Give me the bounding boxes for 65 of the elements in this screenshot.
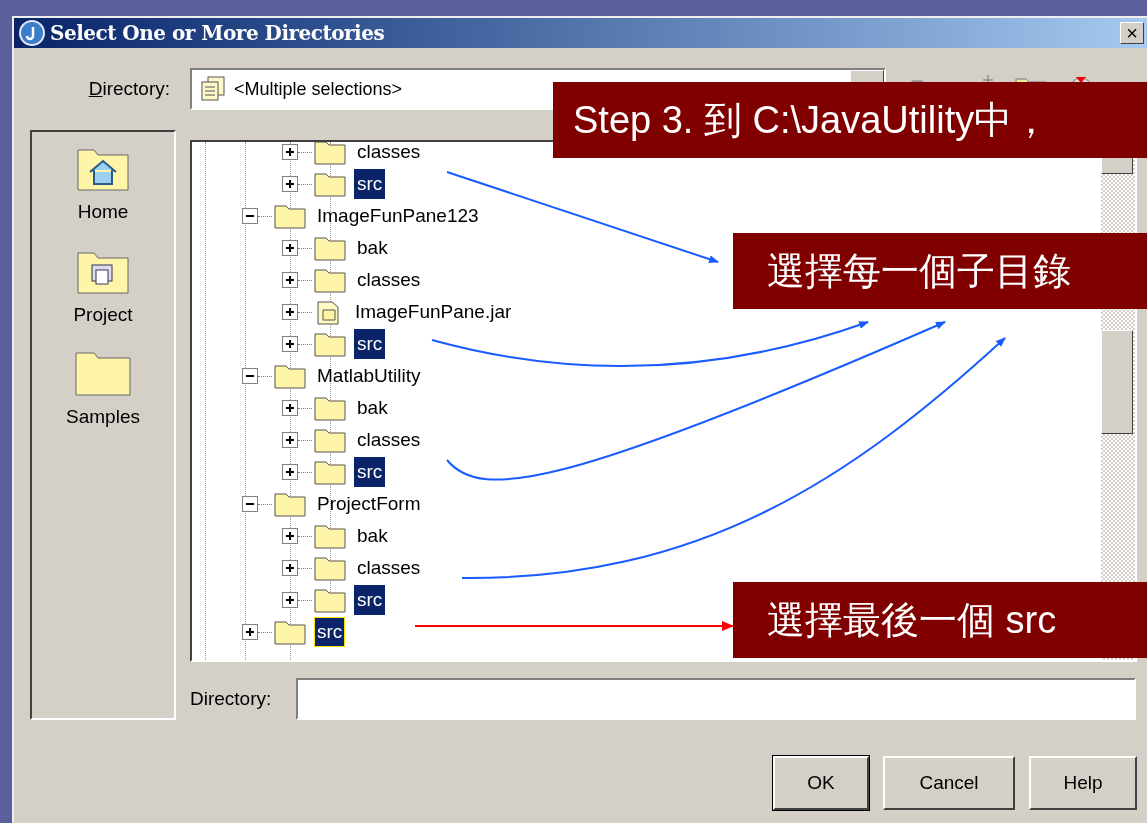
folder-icon — [274, 202, 306, 230]
place-item[interactable]: Project — [73, 244, 133, 329]
documents-icon — [200, 75, 226, 103]
annotation-tooltip: Step 3. 到 C:\JavaUtility中， — [553, 82, 1147, 158]
tree-item[interactable]: classes — [354, 265, 424, 295]
tree-item[interactable]: classes — [354, 425, 424, 455]
expand-toggle[interactable] — [242, 624, 258, 640]
tree-item[interactable]: ImageFunPane123 — [314, 201, 482, 231]
tree-item[interactable]: src — [314, 617, 346, 647]
tree-item[interactable]: ProjectForm — [314, 489, 424, 519]
scrollbar-thumb[interactable] — [1101, 330, 1133, 434]
collapse-toggle[interactable] — [242, 208, 258, 224]
collapse-toggle[interactable] — [242, 496, 258, 512]
place-item[interactable]: Samples — [66, 347, 140, 432]
expand-toggle[interactable] — [282, 272, 298, 288]
directory-label: Directory: — [190, 686, 273, 711]
folder-icon — [314, 330, 346, 358]
tree-item[interactable]: bak — [354, 521, 391, 551]
expand-toggle[interactable] — [282, 304, 298, 320]
dialog-button[interactable]: Help — [1029, 756, 1137, 810]
expand-toggle[interactable] — [282, 464, 298, 480]
tree-item[interactable]: bak — [354, 233, 391, 263]
window-title: Select One or More Directories — [50, 20, 385, 47]
tree-item[interactable]: src — [354, 329, 386, 359]
folder-icon — [274, 490, 306, 518]
folder-icon — [314, 554, 346, 582]
expand-toggle[interactable] — [282, 432, 298, 448]
tree-item[interactable]: src — [354, 457, 386, 487]
expand-toggle[interactable] — [282, 144, 298, 160]
tree-item[interactable]: src — [354, 169, 386, 199]
close-button[interactable]: × — [1120, 22, 1144, 44]
tree-item[interactable]: MatlabUtility — [314, 361, 424, 391]
tree-item[interactable]: classes — [354, 142, 424, 167]
tree-item[interactable]: src — [354, 585, 386, 615]
tree-item[interactable]: bak — [354, 393, 391, 423]
place-item[interactable]: Home — [76, 142, 130, 227]
directory-label: Directory: — [87, 76, 171, 101]
annotation-tooltip: 選擇最後一個 src — [733, 582, 1147, 658]
expand-toggle[interactable] — [282, 336, 298, 352]
folder-icon — [314, 522, 346, 550]
folder-icon — [314, 394, 346, 422]
folder-icon — [314, 586, 346, 614]
expand-toggle[interactable] — [282, 400, 298, 416]
folder-icon — [314, 426, 346, 454]
expand-toggle[interactable] — [282, 240, 298, 256]
expand-toggle[interactable] — [282, 528, 298, 544]
expand-toggle[interactable] — [282, 560, 298, 576]
folder-icon — [314, 234, 346, 262]
dialog-button[interactable]: Cancel — [883, 756, 1015, 810]
expand-toggle[interactable] — [282, 176, 298, 192]
folder-icon — [274, 362, 306, 390]
directory-input[interactable] — [296, 678, 1136, 720]
folder-icon — [314, 170, 346, 198]
tree-item[interactable]: classes — [354, 553, 424, 583]
annotation-tooltip: 選擇每一個子目錄 — [733, 233, 1147, 309]
tree-item[interactable]: ImageFunPane.jar — [352, 297, 515, 327]
folder-icon — [314, 458, 346, 486]
folder-icon — [314, 266, 346, 294]
collapse-toggle[interactable] — [242, 368, 258, 384]
expand-toggle[interactable] — [282, 592, 298, 608]
folder-icon — [314, 142, 346, 166]
app-logo-icon — [18, 19, 46, 47]
folder-icon — [274, 618, 306, 646]
directory-value: <Multiple selections> — [234, 77, 403, 101]
dialog-button[interactable]: OK — [773, 756, 869, 810]
